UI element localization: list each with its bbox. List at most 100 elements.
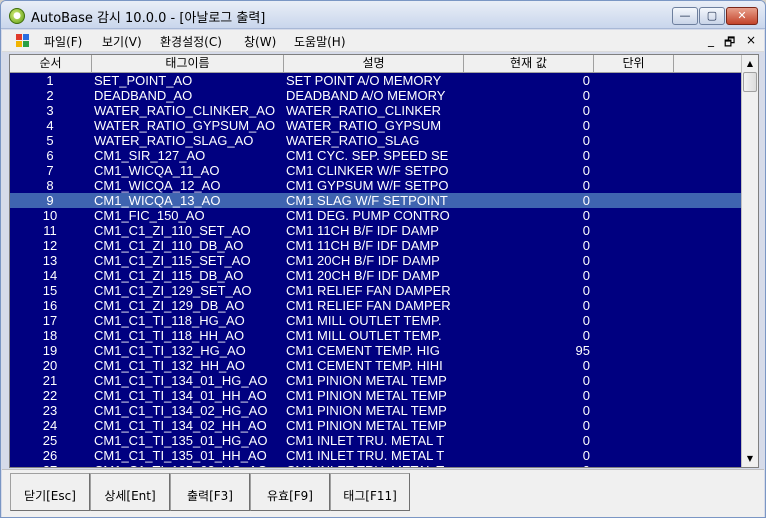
menu-file[interactable]: 파일(F)	[44, 33, 82, 50]
table-row[interactable]: 5 WATER_RATIO_SLAG_AO WATER_RATIO_SLAG 0	[10, 133, 741, 148]
row-order-cell: 25	[42, 433, 58, 448]
scrollbar-thumb[interactable]	[743, 72, 757, 92]
table-row[interactable]: 12 CM1_C1_ZI_110_DB_AO CM1 11CH B/F IDF DA…	[10, 238, 741, 253]
table-row[interactable]: 27 CM1_C1_TI_135_02_HG_AOCM1 INLET TRU. M…	[10, 463, 741, 467]
table-header: 순서 태그이름 설명 현재 값 단위	[10, 55, 741, 73]
row-description-cell: DEADBAND A/O MEMORY	[286, 88, 446, 103]
row-order-cell: 6	[46, 148, 54, 163]
table-row[interactable]: 24 CM1_C1_TI_134_02_HH_AO CM1 PINION METAL…	[10, 418, 741, 433]
row-order-cell: 2	[46, 88, 54, 103]
print-f3-button[interactable]: 출력[F3]	[170, 473, 250, 511]
row-description-cell: WATER_RATIO_GYPSUM	[286, 118, 442, 133]
scroll-up-arrow-icon[interactable]: ▲	[742, 55, 758, 72]
table-row[interactable]: 18 CM1_C1_TI_118_HH_AO CM1 MILL OUTLET TEM…	[10, 328, 741, 343]
row-current-value-cell: 0	[582, 103, 590, 118]
row-current-value-cell: 0	[582, 148, 590, 163]
row-current-value-cell: 0	[582, 448, 590, 463]
mdi-minimize-button[interactable]: _	[708, 33, 714, 47]
row-tag-name-cell: CM1_C1_TI_118_HH_AO	[94, 328, 245, 343]
table-row[interactable]: 17 CM1_C1_TI_118_HG_AO CM1 MILL OUTLET TEM…	[10, 313, 741, 328]
row-current-value-cell: 0	[582, 133, 590, 148]
row-description-cell: CM1 20CH B/F IDF DAMP	[286, 253, 440, 268]
row-description-cell: CM1 20CH B/F IDF DAMP	[286, 268, 440, 283]
analog-output-table[interactable]: 순서 태그이름 설명 현재 값 단위 1 SET_POINT_AO SET POIN…	[9, 54, 759, 468]
valid-f9-button[interactable]: 유효[F9]	[250, 473, 330, 511]
scroll-down-arrow-icon[interactable]: ▼	[742, 450, 758, 467]
row-description-cell: CM1 DEG. PUMP CONTRO	[286, 208, 450, 223]
row-description-cell: CM1 INLET TRU. METAL T	[286, 433, 445, 448]
row-description-cell: CM1 SLAG W/F SETPOINT	[286, 193, 448, 208]
table-row[interactable]: 1 SET_POINT_AO SET POINT A/O MEMORY 0	[10, 73, 741, 88]
row-order-cell: 10	[42, 208, 58, 223]
table-row[interactable]: 10 CM1_FIC_150_AO CM1 DEG. PUMP CONTRO 0	[10, 208, 741, 223]
row-description-cell: CM1 INLET TRU. METAL T	[286, 463, 464, 467]
mdi-close-button[interactable]: ×	[746, 33, 756, 47]
maximize-button[interactable]: ▢	[699, 7, 725, 25]
tag-f11-button[interactable]: 태그[F11]	[330, 473, 410, 511]
row-current-value-cell: 0	[582, 298, 590, 313]
row-tag-name-cell: WATER_RATIO_CLINKER_AO	[94, 103, 276, 118]
table-row[interactable]: 2 DEADBAND_AO DEADBAND A/O MEMORY 0	[10, 88, 741, 103]
row-tag-name-cell: CM1_C1_ZI_115_SET_AO	[94, 253, 251, 268]
row-order-cell: 24	[42, 418, 58, 433]
table-row[interactable]: 25 CM1_C1_TI_135_01_HG_AO CM1 INLET TRU. M…	[10, 433, 741, 448]
mdi-restore-button[interactable]: 🗗	[724, 33, 735, 54]
table-row[interactable]: 3 WATER_RATIO_CLINKER_AO WATER_RATIO_CLINK…	[10, 103, 741, 118]
table-row[interactable]: 9 CM1_WICQA_13_AO CM1 SLAG W/F SETPOINT 0	[10, 193, 741, 208]
menu-window[interactable]: 창(W)	[244, 33, 276, 50]
row-tag-name-cell: CM1_C1_ZI_110_SET_AO	[94, 223, 251, 238]
document-icon[interactable]	[16, 34, 30, 48]
autobase-app-icon: ●	[9, 8, 25, 24]
table-row[interactable]: 14 CM1_C1_ZI_115_DB_AO CM1 20CH B/F IDF DA…	[10, 268, 741, 283]
row-order-cell: 7	[46, 163, 54, 178]
row-order-cell: 15	[42, 283, 58, 298]
row-tag-name-cell: CM1_WICQA_13_AO	[94, 193, 221, 208]
row-order-cell: 14	[42, 268, 58, 283]
table-row[interactable]: 11 CM1_C1_ZI_110_SET_AO CM1 11CH B/F IDF D…	[10, 223, 741, 238]
table-row[interactable]: 23 CM1_C1_TI_134_02_HG_AO CM1 PINION METAL…	[10, 403, 741, 418]
column-header-unit[interactable]: 단위	[594, 55, 674, 73]
table-row[interactable]: 16 CM1_C1_ZI_129_DB_AO CM1 RELIEF FAN DAMP…	[10, 298, 741, 313]
row-tag-name-cell: DEADBAND_AO	[94, 88, 193, 103]
row-tag-name-cell: CM1_C1_TI_134_01_HG_AO	[94, 373, 268, 388]
table-row[interactable]: 15 CM1_C1_ZI_129_SET_AO CM1 RELIEF FAN DAM…	[10, 283, 741, 298]
table-row[interactable]: 6 CM1_SIR_127_AO CM1 CYC. SEP. SPEED SE 0	[10, 148, 741, 163]
row-tag-name-cell: CM1_C1_TI_118_HG_AO	[94, 313, 245, 328]
row-current-value-cell: 0	[582, 238, 590, 253]
row-order-cell: 27	[10, 463, 90, 467]
row-description-cell: CM1 PINION METAL TEMP	[286, 418, 447, 433]
row-order-cell: 12	[42, 238, 58, 253]
row-description-cell: SET POINT A/O MEMORY	[286, 73, 442, 88]
table-row[interactable]: 8 CM1_WICQA_12_AO CM1 GYPSUM W/F SETPO 0	[10, 178, 741, 193]
row-current-value-cell: 0	[582, 403, 590, 418]
title-bar[interactable]: ● AutoBase 감시 10.0.0 - [아날로그 출력] — ▢ ✕	[1, 1, 765, 29]
row-current-value-cell: 0	[582, 388, 590, 403]
menu-help[interactable]: 도움말(H)	[294, 33, 346, 50]
column-header-current-value[interactable]: 현재 값	[464, 55, 594, 73]
table-row[interactable]: 7 CM1_WICQA_11_AO CM1 CLINKER W/F SETPO 0	[10, 163, 741, 178]
table-row[interactable]: 26 CM1_C1_TI_135_01_HH_AO CM1 INLET TRU. M…	[10, 448, 741, 463]
menu-view[interactable]: 보기(V)	[102, 33, 142, 50]
close-button[interactable]: ✕	[726, 7, 758, 25]
table-row[interactable]: 21 CM1_C1_TI_134_01_HG_AO CM1 PINION METAL…	[10, 373, 741, 388]
row-order-cell: 21	[42, 373, 58, 388]
table-row[interactable]: 4 WATER_RATIO_GYPSUM_AO WATER_RATIO_GYPSUM…	[10, 118, 741, 133]
column-header-description[interactable]: 설명	[284, 55, 464, 73]
table-row[interactable]: 20 CM1_C1_TI_132_HH_AO CM1 CEMENT TEMP. HI…	[10, 358, 741, 373]
row-order-cell: 4	[46, 118, 54, 133]
table-row[interactable]: 19 CM1_C1_TI_132_HG_AO CM1 CEMENT TEMP. HI…	[10, 343, 741, 358]
row-current-value-cell: 0	[582, 328, 590, 343]
table-row[interactable]: 22 CM1_C1_TI_134_01_HH_AO CM1 PINION METAL…	[10, 388, 741, 403]
row-tag-name-cell: CM1_C1_TI_135_01_HG_AO	[94, 433, 268, 448]
column-header-tag-name[interactable]: 태그이름	[92, 55, 284, 73]
row-description-cell: CM1 PINION METAL TEMP	[286, 373, 447, 388]
column-header-order[interactable]: 순서	[10, 55, 92, 73]
detail-enter-button[interactable]: 상세[Ent]	[90, 473, 170, 511]
menu-settings[interactable]: 환경설정(C)	[160, 33, 222, 50]
row-current-value-cell: 0	[582, 373, 590, 388]
table-row[interactable]: 13 CM1_C1_ZI_115_SET_AO CM1 20CH B/F IDF D…	[10, 253, 741, 268]
close-esc-button[interactable]: 닫기[Esc]	[10, 473, 90, 511]
minimize-button[interactable]: —	[672, 7, 698, 25]
row-tag-name-cell: SET_POINT_AO	[94, 73, 193, 88]
vertical-scrollbar[interactable]: ▲ ▼	[741, 55, 758, 467]
